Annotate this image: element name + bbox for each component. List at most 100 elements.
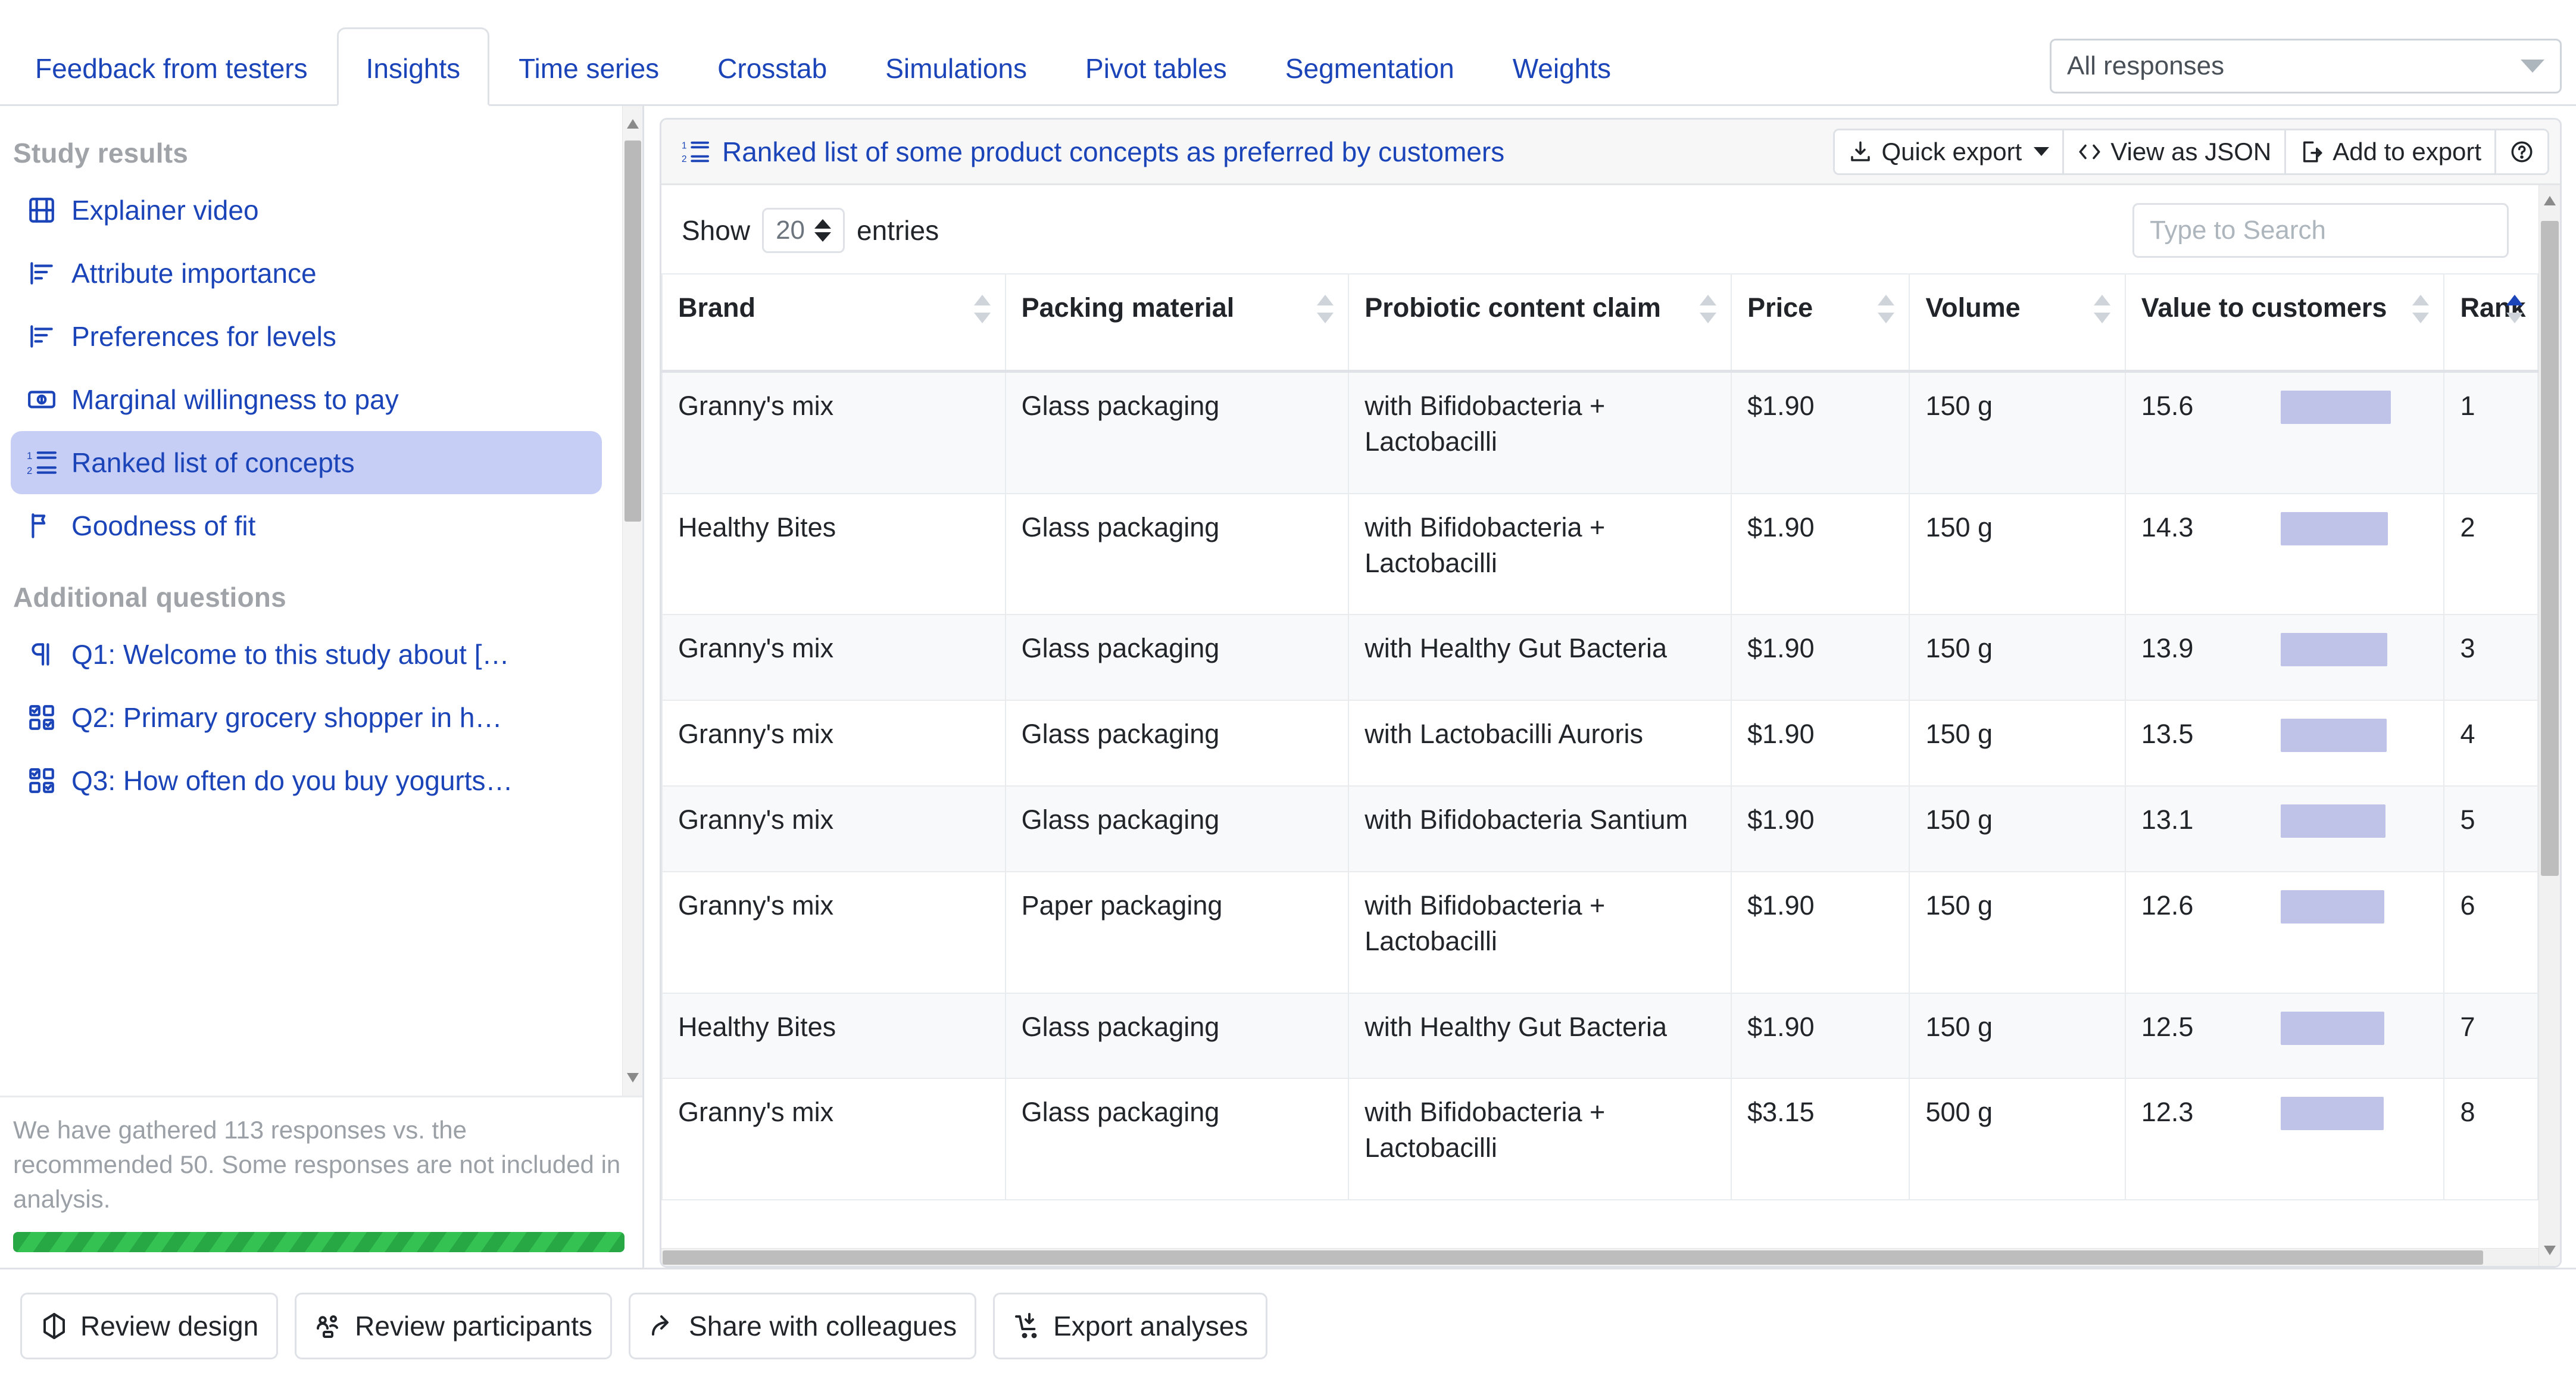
button-label: Export analyses <box>1053 1310 1248 1342</box>
cell-probiotic-claim: with Bifidobacteria + Lactobacilli <box>1348 1078 1732 1201</box>
cell-value-to-customers: 15.6 <box>2124 370 2445 494</box>
svg-text:1: 1 <box>27 450 32 461</box>
view-as-json-button[interactable]: View as JSON <box>2064 130 2287 173</box>
tab-feedback-from-testers[interactable]: Feedback from testers <box>6 27 337 106</box>
cell-value-to-customers: 12.6 <box>2124 871 2445 994</box>
review-participants-button[interactable]: Review participants <box>295 1292 613 1359</box>
sidebar-item-q2-primary-grocery-shopper-in-h-[interactable]: Q2: Primary grocery shopper in h… <box>11 686 602 749</box>
sort-indicator[interactable] <box>1317 295 1334 323</box>
sidebar-item-label: Goodness of fit <box>71 510 256 541</box>
cell-brand: Granny's mix <box>661 614 1006 701</box>
table-horizontal-scrollbar[interactable] <box>661 1248 2539 1266</box>
table-vertical-scrollbar[interactable] <box>2538 185 2561 1266</box>
cell-value-to-customers: 13.1 <box>2124 785 2445 872</box>
sidebar-item-marginal-willingness-to-pay[interactable]: Marginal willingness to pay <box>11 368 602 431</box>
insight-card-title[interactable]: 1 2 Ranked list of some product concepts… <box>682 136 1504 168</box>
column-header-volume[interactable]: Volume <box>1909 273 2126 373</box>
value-bar <box>2280 890 2384 924</box>
entries-count-value: 20 <box>776 216 805 245</box>
button-label: Review design <box>80 1310 259 1342</box>
sidebar-item-label: Q1: Welcome to this study about [… <box>71 639 510 670</box>
sidebar-scrollbar[interactable] <box>622 106 642 1096</box>
add-to-export-button[interactable]: Add to export <box>2286 130 2497 173</box>
table-search-placeholder: Type to Search <box>2150 216 2327 245</box>
sort-indicator[interactable] <box>973 295 991 323</box>
scroll-up-arrow-icon[interactable] <box>627 119 639 129</box>
column-header-value-to-customers[interactable]: Value to customers <box>2124 273 2445 373</box>
tab-time-series[interactable]: Time series <box>489 27 688 106</box>
sidebar-item-q1-welcome-to-this-study-about-[interactable]: Q1: Welcome to this study about [… <box>11 623 602 686</box>
chevron-down-icon <box>2034 147 2050 156</box>
help-circle-icon <box>2509 139 2534 164</box>
scroll-down-arrow-icon[interactable] <box>627 1073 639 1083</box>
sidebar-item-preferences-for-levels[interactable]: Preferences for levels <box>11 305 602 368</box>
cell-price: $1.90 <box>1731 992 1910 1080</box>
cell-packing-material: Glass packaging <box>1004 614 1350 701</box>
sidebar-item-ranked-list-of-concepts[interactable]: 1 2 Ranked list of concepts <box>11 431 602 494</box>
button-label: Review participants <box>355 1310 593 1342</box>
table-hscrollbar-thumb[interactable] <box>663 1250 2484 1265</box>
share-icon <box>648 1312 677 1340</box>
column-header-label: Volume <box>1925 292 2021 323</box>
cell-volume: 150 g <box>1909 492 2126 616</box>
quick-export-button[interactable]: Quick export <box>1835 130 2065 173</box>
sidebar-item-attribute-importance[interactable]: Attribute importance <box>11 242 602 305</box>
value-bar <box>2280 633 2387 667</box>
value-number: 13.9 <box>2141 633 2194 664</box>
sort-indicator[interactable] <box>1700 295 1717 323</box>
tab-crosstab[interactable]: Crosstab <box>688 27 856 106</box>
sidebar-item-goodness-of-fit[interactable]: Goodness of fit <box>11 494 602 557</box>
column-header-brand[interactable]: Brand <box>661 273 1006 373</box>
sort-indicator[interactable] <box>1878 295 1895 323</box>
sidebar-item-explainer-video[interactable]: Explainer video <box>11 179 602 242</box>
stepper-arrows-icon[interactable] <box>814 219 832 242</box>
column-header-label: Brand <box>678 292 756 323</box>
cell-probiotic-claim: with Healthy Gut Bacteria <box>1348 614 1732 701</box>
film-icon <box>26 195 57 226</box>
bar-chart-icon <box>26 321 57 352</box>
add-to-export-label: Add to export <box>2333 137 2482 166</box>
cell-packing-material: Glass packaging <box>1004 370 1350 494</box>
table-vscrollbar-thumb[interactable] <box>2541 221 2559 876</box>
value-bar <box>2280 1097 2384 1131</box>
response-filter-select[interactable]: All responses <box>2050 39 2562 93</box>
sidebar-item-label: Attribute importance <box>71 258 317 289</box>
review-design-button[interactable]: Review design <box>20 1292 279 1359</box>
column-header-price[interactable]: Price <box>1731 273 1910 373</box>
top-tab-bar: Feedback from testers Insights Time series… <box>0 0 2576 106</box>
cell-rank: 4 <box>2443 700 2539 787</box>
tab-simulations[interactable]: Simulations <box>856 27 1056 106</box>
tab-segmentation[interactable]: Segmentation <box>1256 27 1484 106</box>
sidebar-item-label: Preferences for levels <box>71 321 336 352</box>
sidebar-item-label: Marginal willingness to pay <box>71 384 399 415</box>
sidebar-item-q3-how-often-do-you-buy-yogurts-[interactable]: Q3: How often do you buy yogurts… <box>11 749 602 812</box>
sidebar-scrollbar-thumb[interactable] <box>625 141 641 522</box>
export-analyses-button[interactable]: Export analyses <box>993 1292 1268 1359</box>
cell-brand: Healthy Bites <box>661 492 1006 616</box>
column-header-packing-material[interactable]: Packing material <box>1004 273 1350 373</box>
sort-indicator-active[interactable] <box>2506 295 2524 323</box>
value-bar <box>2280 511 2388 545</box>
scroll-down-arrow-icon[interactable] <box>2544 1246 2556 1255</box>
tab-weights[interactable]: Weights <box>1484 27 1640 106</box>
tab-insights[interactable]: Insights <box>336 27 490 106</box>
svg-text:1: 1 <box>682 141 687 151</box>
column-header-probiotic-content-claim[interactable]: Probiotic content claim <box>1348 273 1732 373</box>
paragraph-icon <box>26 639 57 670</box>
cell-probiotic-claim: with Bifidobacteria + Lactobacilli <box>1348 492 1732 616</box>
share-with-colleagues-button[interactable]: Share with colleagues <box>629 1292 977 1359</box>
cell-brand: Granny's mix <box>661 700 1006 787</box>
table-search-input[interactable]: Type to Search <box>2132 203 2509 258</box>
sort-indicator[interactable] <box>2412 295 2430 323</box>
column-header-rank[interactable]: Rank <box>2443 273 2539 373</box>
scroll-up-arrow-icon[interactable] <box>2544 196 2556 205</box>
table-controls: Show 20 entries Type to Search <box>661 185 2560 273</box>
help-button[interactable] <box>2496 130 2548 173</box>
entries-count-stepper[interactable]: 20 <box>762 208 845 253</box>
cell-packing-material: Glass packaging <box>1004 492 1350 616</box>
bottom-toolbar: Review design Review participants Share wi… <box>0 1268 2576 1382</box>
cell-value-to-customers: 14.3 <box>2124 492 2445 616</box>
cell-probiotic-claim: with Bifidobacteria + Lactobacilli <box>1348 370 1732 494</box>
sort-indicator[interactable] <box>2093 295 2110 323</box>
tab-pivot-tables[interactable]: Pivot tables <box>1056 27 1256 106</box>
